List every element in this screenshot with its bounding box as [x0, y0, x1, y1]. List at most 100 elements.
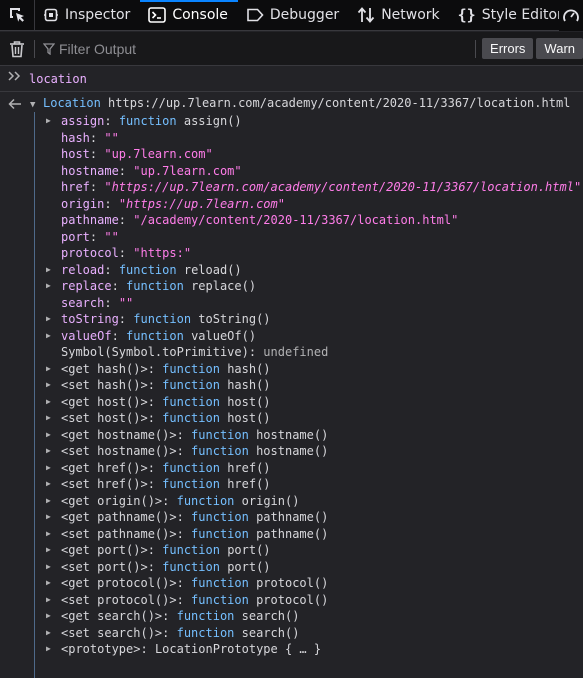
tab-inspector[interactable]: Inspector — [35, 0, 140, 30]
expand-arrow-icon[interactable]: ▶ — [46, 493, 60, 510]
colon-separator: : — [147, 477, 163, 491]
errors-filter-button[interactable]: Errors — [482, 38, 534, 59]
property-key: assign — [61, 114, 105, 128]
tab-console[interactable]: Console — [140, 0, 238, 30]
colon-separator: : — [176, 444, 192, 458]
expand-arrow-icon[interactable]: ▶ — [46, 427, 60, 444]
object-url: https://up.7learn.com/academy/content/20… — [108, 96, 571, 110]
expand-arrow-icon[interactable]: ▶ — [46, 526, 60, 543]
property-value: "" — [118, 295, 134, 310]
expand-arrow-icon[interactable]: ▶ — [46, 592, 60, 609]
expand-arrow-icon[interactable]: ▶ — [46, 394, 60, 411]
clear-output-button[interactable] — [0, 40, 34, 58]
property-key: <set pathname()> — [61, 526, 177, 541]
console-icon — [148, 7, 167, 23]
expand-arrow-icon[interactable]: ▶ — [46, 542, 60, 559]
property-key: port — [61, 229, 90, 244]
property-value: "" — [104, 130, 119, 145]
property-key: <get protocol()> — [61, 576, 177, 590]
expand-arrow-icon[interactable]: ▶ — [46, 410, 60, 427]
function-name: hash() — [227, 361, 271, 376]
property-key: hash — [61, 130, 90, 145]
property-key: <set host()> — [61, 411, 148, 425]
property-value: "https://up.7learn.com" — [118, 196, 285, 211]
tab-style-editor[interactable]: {} Style Editor — [450, 0, 573, 30]
expand-arrow-icon[interactable]: ▶ — [46, 641, 60, 658]
expand-arrow-icon[interactable]: ▶ — [46, 575, 60, 592]
property-key: hostname — [61, 163, 119, 178]
expanded-arrow-icon[interactable]: ▼ — [30, 100, 43, 110]
colon-separator: : — [147, 411, 163, 425]
colon-separator: : — [176, 592, 192, 607]
expand-arrow-icon[interactable]: ▶ — [46, 113, 60, 130]
function-keyword: function — [162, 543, 220, 557]
expand-arrow-icon[interactable]: ▶ — [46, 608, 60, 625]
function-name: search() — [241, 609, 300, 623]
colon-separator: : — [104, 262, 119, 277]
expand-arrow-icon[interactable]: ▶ — [46, 625, 60, 642]
function-keyword: function — [162, 378, 220, 392]
function-keyword: function — [133, 312, 192, 326]
colon-separator: : — [147, 543, 163, 557]
more-tools-button[interactable] — [559, 0, 583, 31]
property-key: origin — [61, 196, 105, 211]
filter-output-input[interactable] — [55, 39, 470, 58]
return-arrow-icon — [8, 98, 22, 113]
network-icon — [357, 6, 375, 24]
function-keyword: function — [162, 460, 220, 475]
expand-arrow-icon[interactable]: ▶ — [46, 262, 60, 279]
warnings-filter-button[interactable]: Warn — [536, 38, 583, 59]
colon-separator: : — [118, 312, 134, 326]
property-value: "https://up.7learn.com/academy/content/2… — [104, 180, 582, 194]
property-key: <get search()> — [61, 609, 163, 623]
function-keyword: function — [162, 394, 220, 409]
function-keyword: function — [191, 592, 249, 607]
property-value: "/academy/content/2020-11/3367/location.… — [133, 213, 459, 227]
expand-arrow-icon[interactable]: ▶ — [46, 460, 60, 477]
property-content: reload: function reload() — [61, 262, 242, 279]
object-tree-root[interactable]: ▼ Location https://up.7learn.com/academy/… — [30, 96, 570, 113]
function-name: hash() — [227, 378, 271, 392]
function-keyword: function — [118, 114, 177, 128]
property-content: <get port()>: function port() — [61, 542, 271, 559]
colon-separator: : — [176, 427, 192, 442]
property-content: href: "https://up.7learn.com/academy/con… — [61, 179, 581, 196]
function-name: search() — [241, 625, 300, 640]
colon-separator: : — [89, 229, 105, 244]
tab-network[interactable]: Network — [349, 0, 449, 30]
function-keyword: function — [191, 444, 249, 458]
function-name: valueOf() — [191, 328, 257, 343]
expand-arrow-icon[interactable]: ▶ — [46, 278, 60, 295]
property-key: replace — [61, 279, 112, 293]
colon-separator: : — [104, 196, 119, 211]
expand-arrow-icon[interactable]: ▶ — [46, 443, 60, 460]
property-content: <prototype>: LocationPrototype { … } — [61, 641, 321, 658]
expand-arrow-icon[interactable]: ▶ — [46, 559, 60, 576]
property-content: <set port()>: function port() — [61, 559, 271, 576]
function-name: toString() — [198, 312, 271, 326]
expand-arrow-icon[interactable]: ▶ — [46, 476, 60, 493]
colon-separator: : — [147, 559, 163, 574]
expand-arrow-icon[interactable]: ▶ — [46, 361, 60, 378]
expand-arrow-icon[interactable]: ▶ — [46, 328, 60, 345]
element-picker-button[interactable] — [0, 0, 35, 30]
property-value: "up.7learn.com" — [133, 163, 242, 178]
tab-label: Network — [381, 7, 440, 23]
property-content: <get host()>: function host() — [61, 394, 271, 411]
property-content: <get origin()>: function origin() — [61, 493, 299, 510]
expand-arrow-icon[interactable]: ▶ — [46, 509, 60, 526]
property-content: <set hostname()>: function hostname() — [61, 443, 328, 460]
function-name: href() — [227, 477, 271, 491]
property-key: valueOf — [61, 328, 112, 343]
debugger-icon — [246, 8, 264, 22]
filter-icon — [43, 42, 55, 55]
trash-icon — [10, 40, 24, 57]
expand-arrow-icon[interactable]: ▶ — [46, 311, 60, 328]
function-keyword: function — [176, 625, 235, 640]
object-type-name: Location — [43, 96, 101, 110]
tab-debugger[interactable]: Debugger — [238, 0, 349, 30]
expand-arrow-icon[interactable]: ▶ — [46, 377, 60, 394]
colon-separator: : — [89, 180, 105, 194]
function-keyword: function — [126, 328, 184, 343]
property-content: <set hash()>: function hash() — [61, 377, 271, 394]
